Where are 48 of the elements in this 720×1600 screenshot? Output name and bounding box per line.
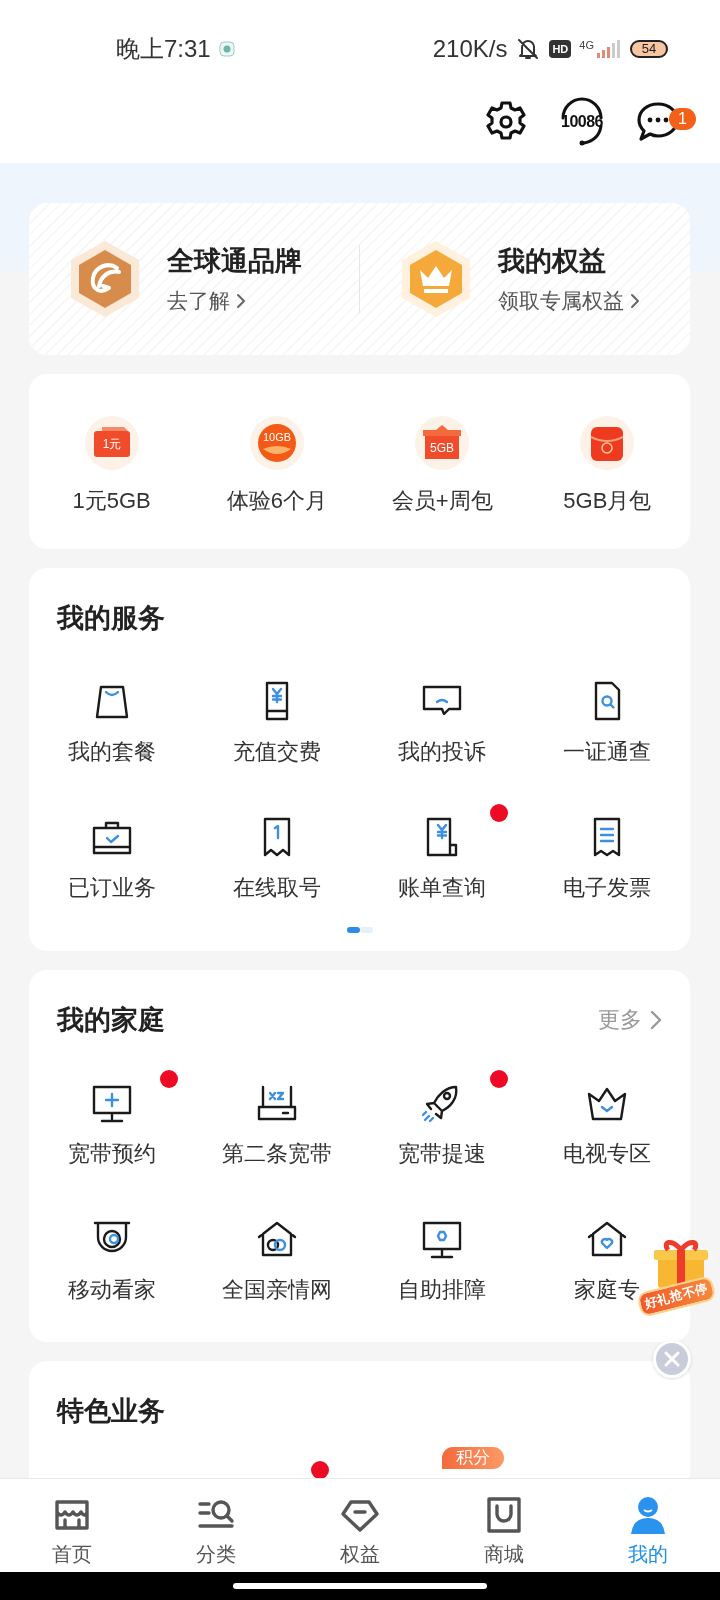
hd-indicator: HD	[549, 40, 572, 58]
signal-icon	[596, 39, 622, 59]
points-badge: 积分	[442, 1447, 505, 1469]
service-item[interactable]: 在线取号	[232, 804, 321, 903]
network-speed: 210K/s	[432, 35, 508, 63]
section-title: 我的家庭	[57, 1004, 165, 1037]
service-item[interactable]: 一证通查	[563, 668, 652, 767]
gift-box-icon: 5GB	[414, 415, 471, 471]
close-icon	[663, 1350, 681, 1368]
service-item[interactable]: 第二条宽带	[221, 1070, 332, 1169]
service-item[interactable]: 账单查询	[398, 804, 487, 903]
service-item[interactable]: 宽带提速	[398, 1070, 487, 1169]
chevron-right-icon	[650, 1010, 662, 1030]
network-type: 4G	[579, 39, 594, 51]
battery-icon: 54	[630, 40, 668, 58]
clock-time: 晚上7:31	[116, 34, 211, 64]
service-item[interactable]: 我的套餐	[67, 668, 156, 767]
service-item[interactable]: 移动看家	[67, 1206, 156, 1305]
coupon-icon: 1元	[83, 415, 140, 471]
promo-item[interactable]: 5GB 会员+周包	[359, 415, 525, 516]
promo-item[interactable]: 10GB 体验6个月	[194, 415, 360, 516]
chevron-right-icon	[630, 293, 640, 309]
service-item[interactable]: 全国亲情网	[221, 1206, 332, 1305]
notification-badge: 1	[669, 107, 696, 130]
brand-link[interactable]: 去了解	[167, 287, 246, 315]
tab-item[interactable]: 商城	[432, 1479, 576, 1572]
service-item[interactable]: 已订业务	[67, 804, 156, 903]
service-item[interactable]: 电视专区	[563, 1070, 652, 1169]
service-item[interactable]: 充值交费	[232, 668, 321, 767]
data-coin-icon: 10GB	[248, 415, 305, 471]
promo-item[interactable]: 1元 1元5GB	[29, 415, 195, 516]
app-icon	[218, 41, 235, 57]
section-title: 特色业务	[57, 1395, 165, 1428]
promo-item[interactable]: 5GB月包	[524, 415, 690, 516]
brand-link[interactable]: 领取专属权益	[498, 287, 640, 315]
service-item[interactable]: 自助排障	[398, 1206, 487, 1305]
service-item[interactable]: 宽带预约	[67, 1070, 156, 1169]
section-title: 我的服务	[57, 602, 165, 635]
service-item[interactable]: 我的投诉	[398, 668, 487, 767]
brand-title: 全球通品牌	[167, 245, 302, 278]
chevron-right-icon	[236, 293, 246, 309]
tab-item[interactable]: 分类	[144, 1479, 288, 1572]
hotline-button[interactable]: 10086	[554, 95, 610, 148]
tab-item[interactable]: 首页	[0, 1479, 144, 1572]
service-item[interactable]: 电子发票	[563, 804, 652, 903]
pouch-icon	[579, 415, 636, 471]
tab-item[interactable]: 权益	[288, 1479, 432, 1572]
brand-title: 我的权益	[498, 245, 607, 278]
